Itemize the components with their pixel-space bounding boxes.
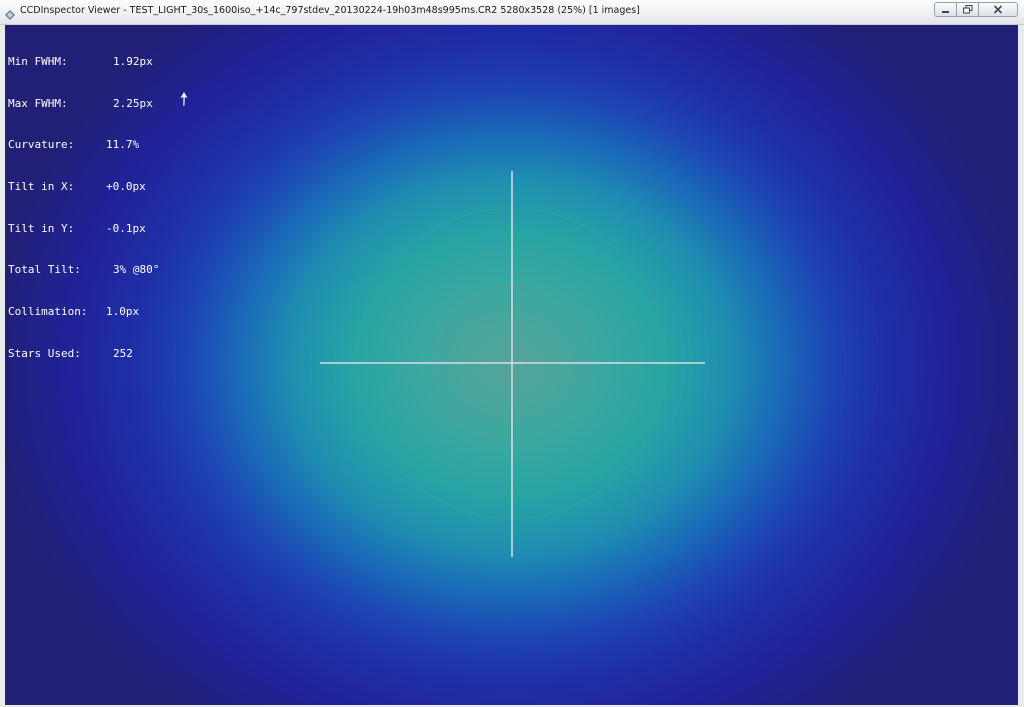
stat-value: +0.0px <box>106 179 146 193</box>
ccdinspector-window: CCDInspector Viewer - TEST_LIGHT_30s_160… <box>0 0 1024 707</box>
stat-label: Stars Used: <box>8 346 81 360</box>
stat-value: 11.7% <box>106 138 140 152</box>
stat-label: Tilt in X: <box>8 179 75 193</box>
close-button[interactable] <box>978 2 1018 17</box>
stat-value: 3% @80° <box>113 263 160 277</box>
stat-label: Curvature: <box>8 138 75 152</box>
stat-value: -0.1px <box>106 221 146 235</box>
stat-tilt-y: Tilt in Y: -0.1px <box>8 222 159 236</box>
fwhm-map-view[interactable]: Min FWHM: 1.92px Max FWHM: 2.25px Curvatur… <box>5 25 1018 705</box>
app-icon[interactable] <box>4 6 16 20</box>
stat-stars-used: Stars Used: 252 <box>8 347 159 361</box>
window-title: CCDInspector Viewer - TEST_LIGHT_30s_160… <box>20 5 640 16</box>
restore-button[interactable] <box>956 2 979 17</box>
stat-max-fwhm: Max FWHM: 2.25px <box>8 97 159 111</box>
stat-tilt-x: Tilt in X: +0.0px <box>8 180 159 194</box>
close-icon <box>993 5 1003 14</box>
stat-value: 1.0px <box>106 305 140 319</box>
stat-label: Total Tilt: <box>8 263 81 277</box>
title-bar[interactable]: CCDInspector Viewer - TEST_LIGHT_30s_160… <box>0 0 1024 25</box>
stat-curvature: Curvature: 11.7% <box>8 138 159 152</box>
stat-total-tilt: Total Tilt: 3% @80° <box>8 263 159 277</box>
stat-value: 252 <box>113 346 133 360</box>
stat-label: Collimation: <box>8 305 88 319</box>
window-controls <box>934 2 1018 17</box>
arrow-up-icon <box>180 92 188 106</box>
stat-collimation: Collimation: 1.0px <box>8 305 159 319</box>
stat-value: 1.92px <box>113 54 153 68</box>
window-border <box>1018 25 1024 707</box>
stat-value: 2.25px <box>113 96 153 110</box>
minimize-button[interactable] <box>934 2 957 17</box>
stat-label: Max FWHM: <box>8 96 68 110</box>
restore-icon <box>962 5 972 14</box>
stat-label: Tilt in Y: <box>8 221 75 235</box>
minimize-icon <box>942 10 949 13</box>
stat-min-fwhm: Min FWHM: 1.92px <box>8 55 159 69</box>
stat-label: Min FWHM: <box>8 54 68 68</box>
stats-panel: Min FWHM: 1.92px Max FWHM: 2.25px Curvatur… <box>8 27 159 389</box>
